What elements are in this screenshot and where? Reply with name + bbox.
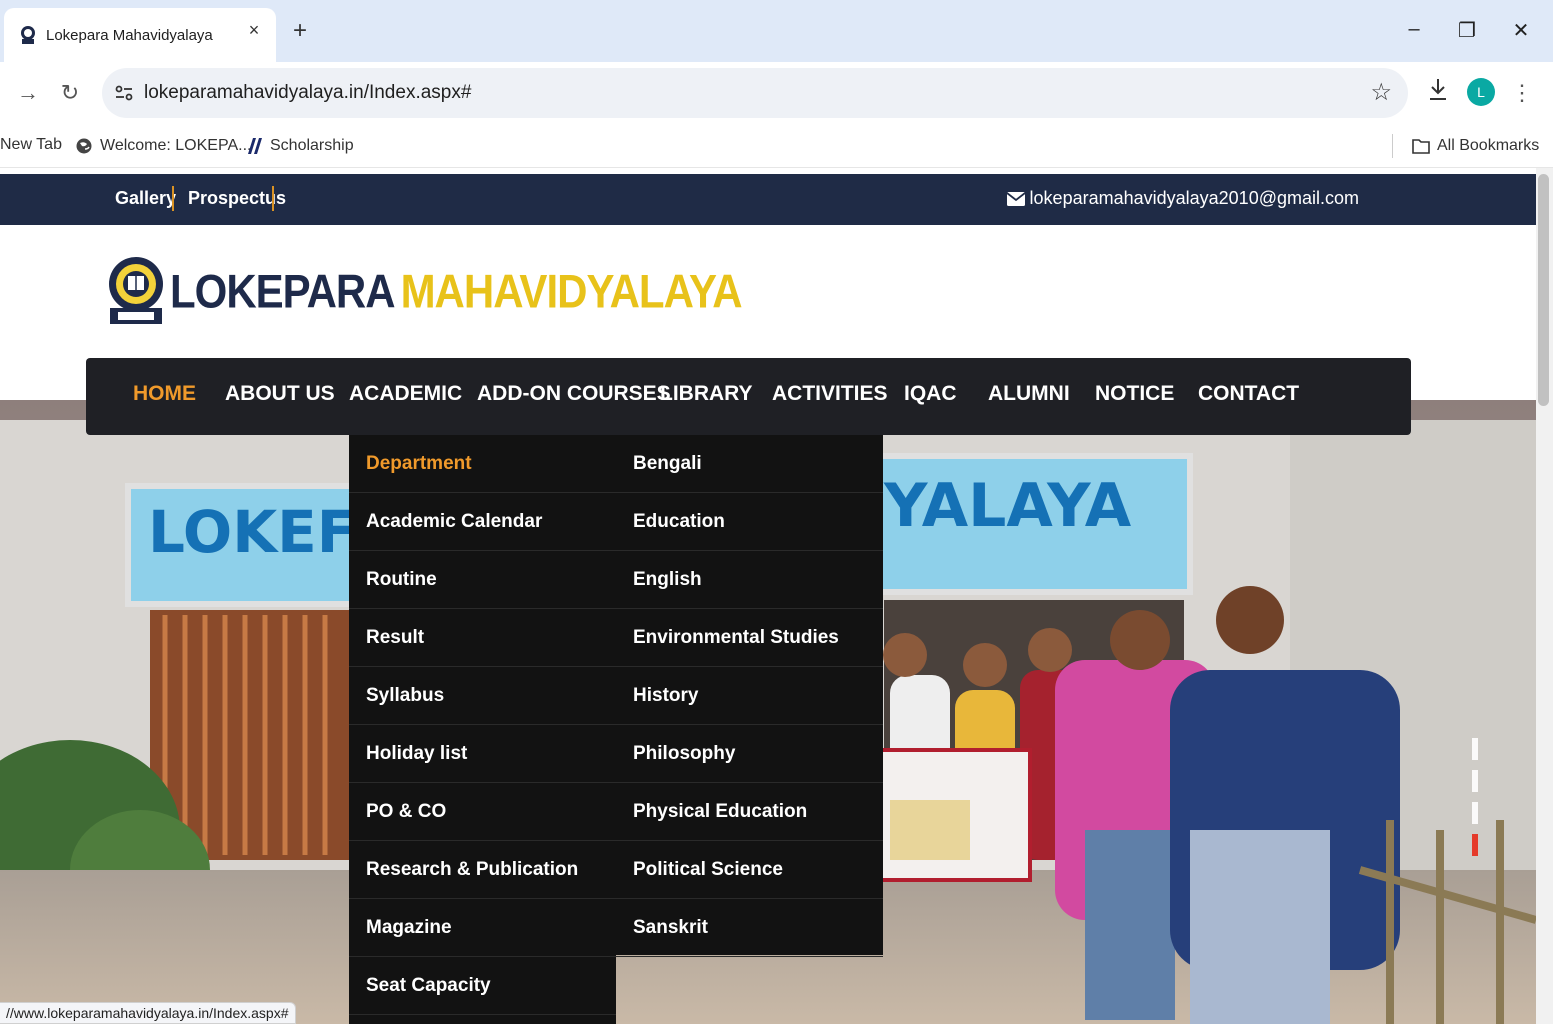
envelope-icon — [1005, 191, 1026, 207]
url-text[interactable]: lokeparamahavidyalaya.in/Index.aspx# — [144, 82, 471, 104]
menu-item-department[interactable]: Department — [349, 435, 616, 493]
nav-home[interactable]: HOME — [133, 382, 196, 406]
menu-item-seat-capacity[interactable]: Seat Capacity — [349, 957, 616, 1015]
bookmarks-bar: New Tab Welcome: LOKEPA... Scholarship A… — [0, 124, 1553, 168]
topbar-divider — [172, 186, 174, 211]
nav-library[interactable]: LIBRARY — [660, 382, 753, 406]
minimize-button[interactable]: – — [1399, 18, 1429, 41]
main-navigation: HOME ABOUT US ACADEMIC ADD-ON COURSES LI… — [86, 358, 1411, 435]
academic-dropdown: Department Academic Calendar Routine Res… — [349, 435, 616, 1024]
tab-title: Lokepara Mahavidyalaya — [46, 26, 213, 44]
scrollbar-thumb[interactable] — [1538, 174, 1549, 406]
menu-item-holiday-list[interactable]: Holiday list — [349, 725, 616, 783]
site-topbar: Gallery Prospectus lokeparamahavidyalaya… — [0, 174, 1536, 225]
bookmarks-divider — [1392, 134, 1393, 158]
menu-item-po-co[interactable]: PO & CO — [349, 783, 616, 841]
new-tab-button[interactable]: + — [287, 18, 313, 44]
bookmark-welcome[interactable]: Welcome: LOKEPA... — [74, 136, 251, 156]
site-settings-icon[interactable] — [112, 81, 136, 105]
bookmark-new-tab[interactable]: New Tab — [0, 136, 62, 154]
hero-sign-right: YALAYA — [883, 471, 1132, 541]
logo-wordmark: LOKEPARA MAHAVIDYALAYA — [170, 265, 743, 318]
menu-item-syllabus[interactable]: Syllabus — [349, 667, 616, 725]
browser-toolbar: → ↻ lokeparamahavidyalaya.in/Index.aspx#… — [0, 62, 1553, 124]
menu-item-result[interactable]: Result — [349, 609, 616, 667]
gallery-link[interactable]: Gallery — [115, 188, 176, 209]
dept-environmental-studies[interactable]: Environmental Studies — [616, 609, 883, 667]
menu-item-research-publication[interactable]: Research & Publication — [349, 841, 616, 899]
restore-button[interactable]: ❐ — [1452, 18, 1482, 43]
close-window-button[interactable]: ✕ — [1506, 18, 1536, 43]
email-text: lokeparamahavidyalaya2010@gmail.com — [1029, 188, 1359, 208]
page-scrollbar[interactable] — [1536, 168, 1553, 1024]
dept-bengali[interactable]: Bengali — [616, 435, 883, 493]
dept-english[interactable]: English — [616, 551, 883, 609]
nav-alumni[interactable]: ALUMNI — [988, 382, 1070, 406]
hero-sign-left: LOKEF — [148, 498, 356, 566]
dept-sanskrit[interactable]: Sanskrit — [616, 899, 883, 957]
status-url-bubble: //www.lokeparamahavidyalaya.in/Index.asp… — [0, 1002, 296, 1024]
dept-physical-education[interactable]: Physical Education — [616, 783, 883, 841]
site-logo[interactable]: LOKEPARA MAHAVIDYALAYA — [106, 252, 743, 333]
college-logo-icon — [18, 25, 38, 45]
reload-button[interactable]: ↻ — [56, 80, 84, 106]
menu-item-magazine[interactable]: Magazine — [349, 899, 616, 957]
department-submenu: Bengali Education English Environmental … — [616, 435, 883, 957]
bookmark-scholarship[interactable]: Scholarship — [244, 136, 354, 156]
dept-history[interactable]: History — [616, 667, 883, 725]
dept-political-science[interactable]: Political Science — [616, 841, 883, 899]
download-icon[interactable] — [1426, 76, 1450, 109]
menu-item-academic-calendar[interactable]: Academic Calendar — [349, 493, 616, 551]
forward-button[interactable]: → — [14, 80, 42, 106]
nav-about-us[interactable]: ABOUT US — [225, 382, 335, 406]
browser-tab[interactable]: Lokepara Mahavidyalaya × — [4, 8, 276, 62]
nav-contact[interactable]: CONTACT — [1198, 382, 1299, 406]
nav-notice[interactable]: NOTICE — [1095, 382, 1174, 406]
all-bookmarks-button[interactable]: All Bookmarks — [1411, 136, 1539, 156]
nav-add-on-courses[interactable]: ADD-ON COURSES — [477, 382, 671, 406]
college-emblem-icon — [106, 252, 166, 333]
globe-icon — [74, 136, 94, 156]
address-bar[interactable]: lokeparamahavidyalaya.in/Index.aspx# ☆ — [102, 68, 1408, 118]
nav-academic[interactable]: ACADEMIC — [349, 382, 462, 406]
dept-philosophy[interactable]: Philosophy — [616, 725, 883, 783]
tab-close-icon[interactable]: × — [244, 20, 264, 41]
dept-education[interactable]: Education — [616, 493, 883, 551]
scholarship-icon — [244, 136, 264, 156]
folder-icon — [1411, 136, 1431, 156]
profile-avatar[interactable]: L — [1467, 78, 1495, 106]
email-link[interactable]: lokeparamahavidyalaya2010@gmail.com — [1005, 188, 1359, 209]
nav-iqac[interactable]: IQAC — [904, 382, 957, 406]
browser-menu-icon[interactable]: ⋮ — [1508, 80, 1536, 106]
bookmark-star-icon[interactable]: ☆ — [1370, 78, 1392, 107]
slider-indicator[interactable] — [1472, 738, 1478, 858]
menu-item-routine[interactable]: Routine — [349, 551, 616, 609]
browser-titlebar: Lokepara Mahavidyalaya × + – ❐ ✕ — [0, 0, 1553, 62]
web-page: Gallery Prospectus lokeparamahavidyalaya… — [0, 168, 1536, 1024]
topbar-divider — [272, 186, 274, 211]
nav-activities[interactable]: ACTIVITIES — [772, 382, 888, 406]
